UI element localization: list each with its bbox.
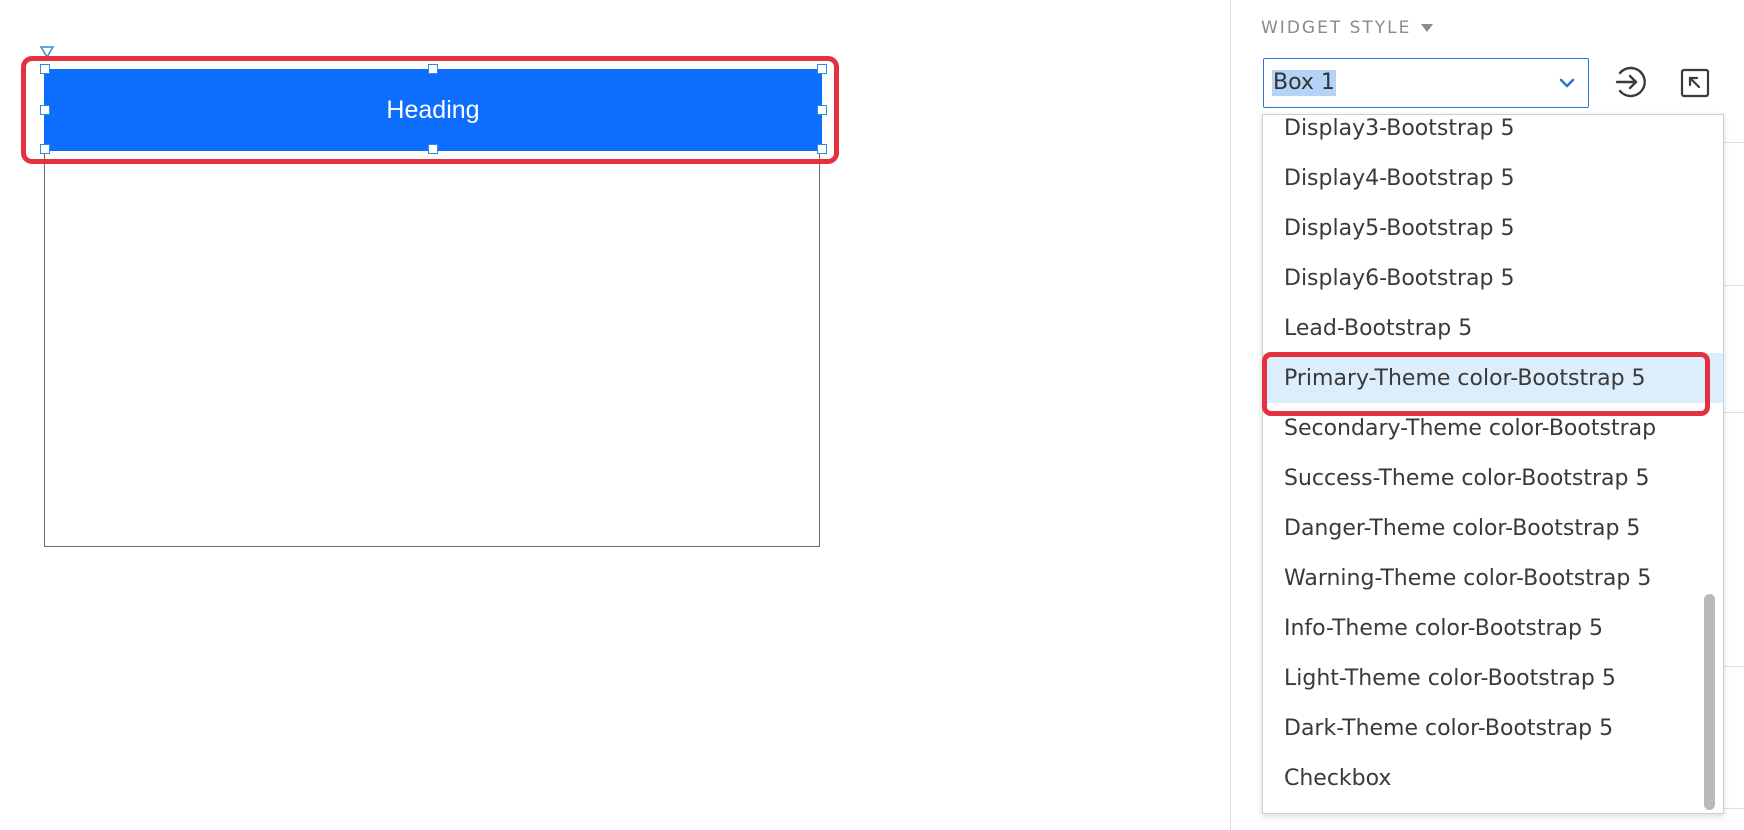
resize-handle-top-left[interactable] — [40, 64, 50, 74]
dropdown-item[interactable]: Success-Theme color-Bootstrap 5 — [1263, 453, 1723, 503]
dropdown-item[interactable]: Display4-Bootstrap 5 — [1263, 153, 1723, 203]
resize-handle-bottom-center[interactable] — [428, 144, 438, 154]
dropdown-item[interactable]: Lead-Bootstrap 5 — [1263, 303, 1723, 353]
dropdown-item[interactable]: Display6-Bootstrap 5 — [1263, 253, 1723, 303]
reset-style-icon — [1680, 68, 1710, 98]
dropdown-item[interactable]: Light-Theme color-Bootstrap 5 — [1263, 653, 1723, 703]
resize-handle-middle-left[interactable] — [40, 105, 50, 115]
chevron-down-icon — [1559, 78, 1575, 88]
resize-handle-top-center[interactable] — [428, 64, 438, 74]
design-canvas[interactable]: Heading — [0, 0, 1230, 830]
dropdown-item[interactable]: Primary-Theme color-Bootstrap 5 — [1263, 353, 1723, 403]
resize-handle-middle-right[interactable] — [817, 105, 827, 115]
dropdown-scrollbar[interactable] — [1704, 594, 1715, 810]
anchor-triangle-icon — [40, 46, 54, 58]
heading-widget[interactable]: Heading — [44, 69, 822, 151]
heading-text: Heading — [386, 95, 480, 124]
apply-style-icon — [1615, 66, 1646, 98]
widget-style-title: WIDGET STYLE — [1261, 18, 1412, 38]
style-select-value: Box 1 — [1272, 70, 1336, 96]
reset-style-button[interactable] — [1677, 65, 1713, 101]
apply-style-button[interactable] — [1613, 64, 1649, 100]
resize-handle-bottom-right[interactable] — [817, 144, 827, 154]
style-select[interactable]: Box 1 — [1263, 58, 1589, 108]
dropdown-item[interactable]: Display3-Bootstrap 5 — [1263, 115, 1723, 153]
dropdown-item[interactable]: Checkbox — [1263, 753, 1723, 803]
resize-handle-top-right[interactable] — [817, 64, 827, 74]
style-dropdown-list[interactable]: Display3-Bootstrap 5 Display4-Bootstrap 5… — [1262, 114, 1724, 814]
dropdown-item[interactable]: Info-Theme color-Bootstrap 5 — [1263, 603, 1723, 653]
widget-style-header[interactable]: WIDGET STYLE — [1261, 18, 1434, 38]
caret-down-icon — [1421, 24, 1434, 32]
resize-handle-bottom-left[interactable] — [40, 144, 50, 154]
dropdown-item[interactable]: Display5-Bootstrap 5 — [1263, 203, 1723, 253]
dropdown-item[interactable]: Secondary-Theme color-Bootstrap — [1263, 403, 1723, 453]
dropdown-item[interactable]: Warning-Theme color-Bootstrap 5 — [1263, 553, 1723, 603]
dropdown-item[interactable]: Danger-Theme color-Bootstrap 5 — [1263, 503, 1723, 553]
dropdown-item[interactable]: Dark-Theme color-Bootstrap 5 — [1263, 703, 1723, 753]
